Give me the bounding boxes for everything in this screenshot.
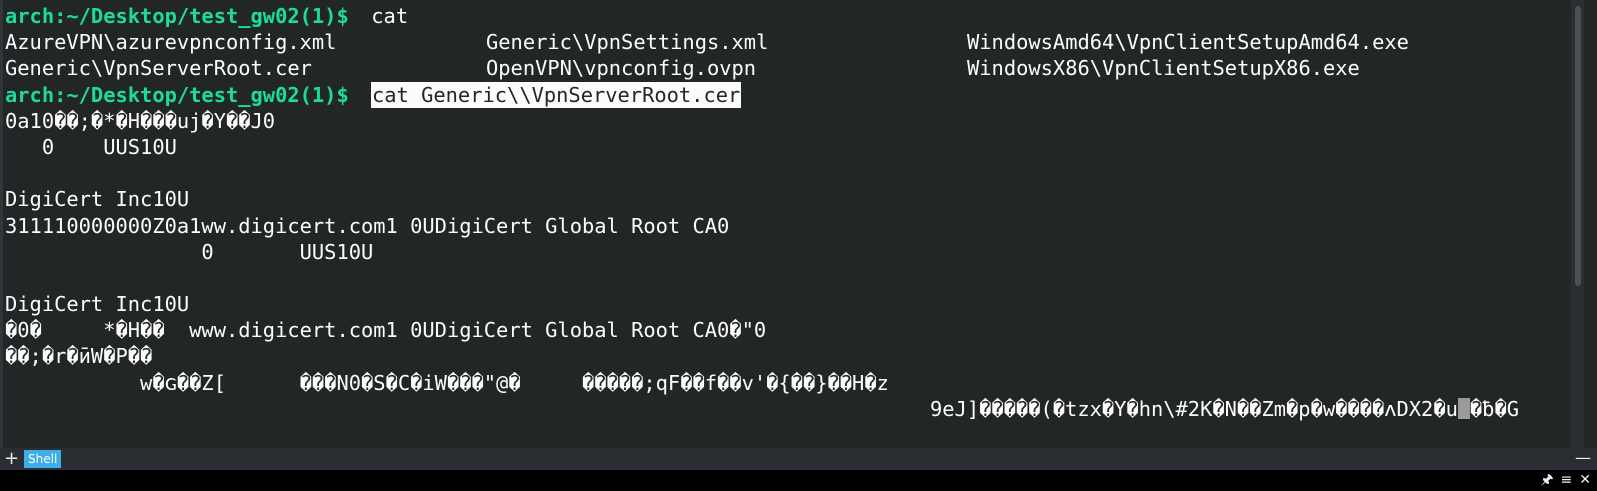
terminal-line: ��;�r�ӣW�P�� <box>0 343 1584 369</box>
new-tab-button[interactable]: + <box>4 449 19 469</box>
menu-icon[interactable]: ≡ <box>1561 471 1573 489</box>
shell-prompt: arch:~/Desktop/test_gw02(1)$ <box>5 82 349 107</box>
command-text: cat <box>359 4 409 28</box>
terminal-line: arch:~/Desktop/test_gw02(1)$ cat <box>0 3 1584 29</box>
output-text: 9eJ]�����(�tzx�Y�hn\#2K�N��Zm�p�w����ʌDX… <box>930 396 1519 422</box>
terminal-line: 0 UUS10U <box>0 134 1584 160</box>
pin-icon[interactable]: 🖈 <box>1541 471 1554 489</box>
bottom-bar: 🖈 ≡ ✕ <box>0 470 1597 491</box>
terminal-line: 311110000000Z0a1ww.digicert.com1 0UDigiC… <box>0 213 1584 239</box>
minimize-icon[interactable]: — <box>1575 448 1591 468</box>
ls-entry: WindowsX86\VpnClientSetupX86.exe <box>967 56 1360 81</box>
output-text: 0 UUS10U <box>5 134 177 159</box>
output-text: �0� *�H�� www.digicert.com1 0UDigiCert G… <box>5 318 767 343</box>
terminal-line: arch:~/Desktop/test_gw02(1)$ cat Generic… <box>0 81 1584 108</box>
terminal-line: DigiCert Inc10U <box>0 186 1584 212</box>
terminal-line: w�ɢ��Z[ ���N0�S�C�iW���"@� �����;qF��f��… <box>0 370 1584 396</box>
output-text-part: �ƀ�G <box>1469 396 1519 421</box>
tab-bar: + Shell — <box>0 448 1597 470</box>
vertical-scrollbar[interactable] <box>1571 0 1584 448</box>
output-text: 311110000000Z0a1ww.digicert.com1 0UDigiC… <box>5 213 730 238</box>
output-text: 0a10��;�*�H���uj�Y��J0 <box>5 108 276 133</box>
terminal-view[interactable]: arch:~/Desktop/test_gw02(1)$ cat AzureVP… <box>0 0 1584 448</box>
scrollbar-thumb[interactable] <box>1575 6 1581 286</box>
selected-command-text[interactable]: cat Generic\\VpnServerRoot.cer <box>371 81 742 108</box>
terminal-line: �0� *�H�� www.digicert.com1 0UDigiCert G… <box>0 317 1584 343</box>
ls-entry: Generic\VpnSettings.xml <box>486 30 769 55</box>
terminal-line: AzureVPN\azurevpnconfig.xml Generic\VpnS… <box>0 29 1584 55</box>
terminal-line: 9eJ]�����(�tzx�Y�hn\#2K�N��Zm�p�w����ʌDX… <box>0 396 1584 422</box>
output-text: DigiCert Inc10U <box>5 187 190 212</box>
output-text: 0 UUS10U <box>5 239 374 264</box>
ls-entry: Generic\VpnServerRoot.cer <box>5 56 312 81</box>
close-icon[interactable]: ✕ <box>1579 471 1591 489</box>
terminal-line: 0a10��;�*�H���uj�Y��J0 <box>0 108 1584 134</box>
terminal-line: 0 UUS10U <box>0 239 1584 265</box>
shell-prompt: arch:~/Desktop/test_gw02(1)$ <box>5 4 349 28</box>
output-text: DigiCert Inc10U <box>5 292 190 317</box>
output-text-part: 9eJ]�����(�tzx�Y�hn\#2K�N��Zm�p�w����ʌDX… <box>930 396 1458 421</box>
text-cursor <box>1457 397 1470 419</box>
terminal-output[interactable]: arch:~/Desktop/test_gw02(1)$ cat AzureVP… <box>0 0 1584 422</box>
output-text: w�ɢ��Z[ ���N0�S�C�iW���"@� �����;qF��f��… <box>5 370 889 395</box>
ls-entry: AzureVPN\azurevpnconfig.xml <box>5 30 337 55</box>
terminal-line: Generic\VpnServerRoot.cer OpenVPN\vpncon… <box>0 55 1584 81</box>
tab-shell[interactable]: Shell <box>24 450 62 468</box>
ls-entry: WindowsAmd64\VpnClientSetupAmd64.exe <box>967 30 1409 55</box>
terminal-line: DigiCert Inc10U <box>0 291 1584 317</box>
window-controls: 🖈 ≡ ✕ <box>1541 471 1591 489</box>
ls-entry: OpenVPN\vpnconfig.ovpn <box>486 56 757 81</box>
output-text: ��;�r�ӣW�P�� <box>5 344 153 369</box>
